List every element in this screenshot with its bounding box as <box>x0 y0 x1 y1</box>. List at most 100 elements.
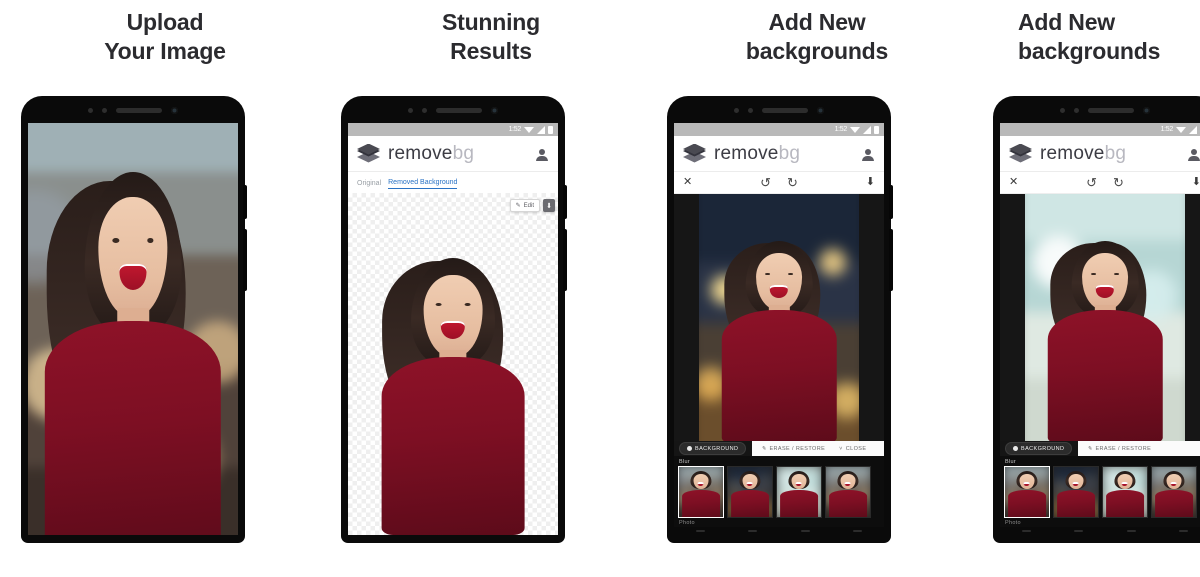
picker-pagination[interactable] <box>674 527 884 535</box>
download-icon: ⬇ <box>546 202 552 210</box>
close-x-icon[interactable]: ✕ <box>1009 177 1018 188</box>
background-tab-button[interactable]: BACKGROUND <box>1005 442 1073 455</box>
background-thumbnail[interactable] <box>1004 466 1050 518</box>
panel-backgrounds-2: Add New backgrounds 1:52 removebg ✕ ↺ ↻ … <box>982 0 1200 577</box>
edit-button[interactable]: ✎ Edit <box>509 199 540 212</box>
volume-button[interactable] <box>563 229 567 291</box>
background-thumbnail-row <box>674 466 884 518</box>
power-button[interactable] <box>243 185 247 219</box>
subject-figure <box>28 123 238 535</box>
proximity-sensor-icon <box>1060 107 1065 113</box>
circle-icon <box>687 446 692 451</box>
light-sensor-icon <box>102 107 107 113</box>
front-camera-icon <box>1143 106 1150 114</box>
background-thumbnail[interactable] <box>727 466 773 518</box>
undo-arrow-icon[interactable]: ↺ <box>760 176 771 189</box>
panel-results: Stunning Results 1:52 removebg Original … <box>330 0 652 577</box>
redo-arrow-icon[interactable]: ↻ <box>787 176 798 189</box>
background-tab-button[interactable]: BACKGROUND <box>679 442 747 455</box>
tab-removed-background[interactable]: Removed Background <box>388 179 458 189</box>
composited-preview <box>699 194 859 441</box>
light-sensor-icon <box>748 107 753 113</box>
phone-top-bezel <box>22 97 244 123</box>
signal-icon <box>1189 125 1197 134</box>
brand-primary: remove <box>1040 142 1105 164</box>
brand-wordmark: removebg <box>388 143 474 165</box>
tab-original[interactable]: Original <box>357 180 381 189</box>
signal-icon <box>863 125 871 134</box>
original-photo <box>28 123 238 535</box>
power-button[interactable] <box>563 185 567 219</box>
download-icon[interactable]: ⬇ <box>1192 177 1200 188</box>
background-thumbnail[interactable] <box>825 466 871 518</box>
feature-graphic-stage: Upload Your Image Stunning Results 1:52 … <box>0 0 1200 577</box>
background-tab-label: BACKGROUND <box>695 445 739 452</box>
earpiece-speaker-icon <box>116 107 162 113</box>
status-clock: 1:52 <box>508 126 522 133</box>
signal-icon <box>537 125 545 134</box>
editor-action-bar: BACKGROUND ✎ ERASE / RESTORE ˅ CLOSE <box>674 441 884 456</box>
phone-mockup-2: 1:52 removebg Original Removed Backgroun… <box>342 97 567 542</box>
eye-left <box>435 302 442 307</box>
download-icon[interactable]: ⬇ <box>866 177 875 188</box>
account-avatar-icon[interactable] <box>861 146 875 161</box>
eye-left <box>112 237 120 243</box>
background-thumbnail[interactable] <box>1053 466 1099 518</box>
picker-group-label-blur: Blur <box>679 459 690 465</box>
brand-primary: remove <box>388 142 453 164</box>
editor-canvas[interactable] <box>699 194 859 441</box>
account-avatar-icon[interactable] <box>1187 146 1200 161</box>
background-thumbnail-row <box>1000 466 1200 518</box>
background-thumbnail[interactable] <box>776 466 822 518</box>
phone-mockup-4: 1:52 removebg ✕ ↺ ↻ ⬇ BACKGROUND ✎ ERASE… <box>994 97 1200 542</box>
battery-icon <box>874 125 879 134</box>
red-turtleneck-top <box>721 310 837 441</box>
account-avatar-icon[interactable] <box>535 146 549 161</box>
phone-screen-2: 1:52 removebg Original Removed Backgroun… <box>348 123 558 535</box>
background-thumbnail[interactable] <box>678 466 724 518</box>
eye-right <box>146 237 154 243</box>
erase-restore-button[interactable]: ✎ ERASE / RESTORE <box>1087 446 1151 452</box>
erase-restore-button[interactable]: ✎ ERASE / RESTORE <box>761 446 825 452</box>
eye-right <box>788 272 793 275</box>
phone-screen-1 <box>28 123 238 535</box>
phone-screen-4: 1:52 removebg ✕ ↺ ↻ ⬇ BACKGROUND ✎ ERASE… <box>1000 123 1200 535</box>
phone-top-bezel <box>994 97 1200 123</box>
volume-button[interactable] <box>243 229 247 291</box>
download-button[interactable]: ⬇ <box>543 199 555 212</box>
circle-icon <box>1013 446 1018 451</box>
volume-button[interactable] <box>889 229 893 291</box>
panel-caption: Upload Your Image <box>104 9 226 65</box>
editor-canvas[interactable] <box>1025 194 1185 441</box>
redo-arrow-icon[interactable]: ↻ <box>1113 176 1124 189</box>
brand-secondary: bg <box>452 142 475 164</box>
wifi-icon <box>524 126 534 133</box>
subject-figure <box>1025 194 1185 441</box>
brand-secondary: bg <box>778 142 801 164</box>
editor-action-bar: BACKGROUND ✎ ERASE / RESTORE <box>1000 441 1200 456</box>
power-button[interactable] <box>889 185 893 219</box>
app-bar: removebg <box>348 136 558 172</box>
brand-secondary: bg <box>1104 142 1127 164</box>
undo-arrow-icon[interactable]: ↺ <box>1086 176 1097 189</box>
proximity-sensor-icon <box>408 107 413 113</box>
pencil-icon: ✎ <box>515 203 521 209</box>
phone-top-bezel <box>342 97 564 123</box>
earpiece-speaker-icon <box>1088 107 1134 113</box>
brand-wordmark: removebg <box>714 143 800 165</box>
eye-right <box>1114 272 1119 275</box>
background-thumbnail[interactable] <box>1102 466 1148 518</box>
background-thumbnail[interactable] <box>1151 466 1197 518</box>
status-bar: 1:52 <box>348 123 558 136</box>
pencil-icon: ✎ <box>761 445 767 452</box>
composited-preview <box>1025 194 1185 441</box>
close-button[interactable]: ˅ CLOSE <box>839 446 866 452</box>
front-camera-icon <box>491 106 498 114</box>
picker-pagination[interactable] <box>1000 527 1200 535</box>
eye-left <box>765 272 770 275</box>
close-x-icon[interactable]: ✕ <box>683 177 692 188</box>
action-bar-secondary: ✎ ERASE / RESTORE ˅ CLOSE <box>752 441 884 456</box>
light-sensor-icon <box>1074 107 1079 113</box>
app-bar: removebg <box>674 136 884 172</box>
mouth <box>441 321 465 340</box>
